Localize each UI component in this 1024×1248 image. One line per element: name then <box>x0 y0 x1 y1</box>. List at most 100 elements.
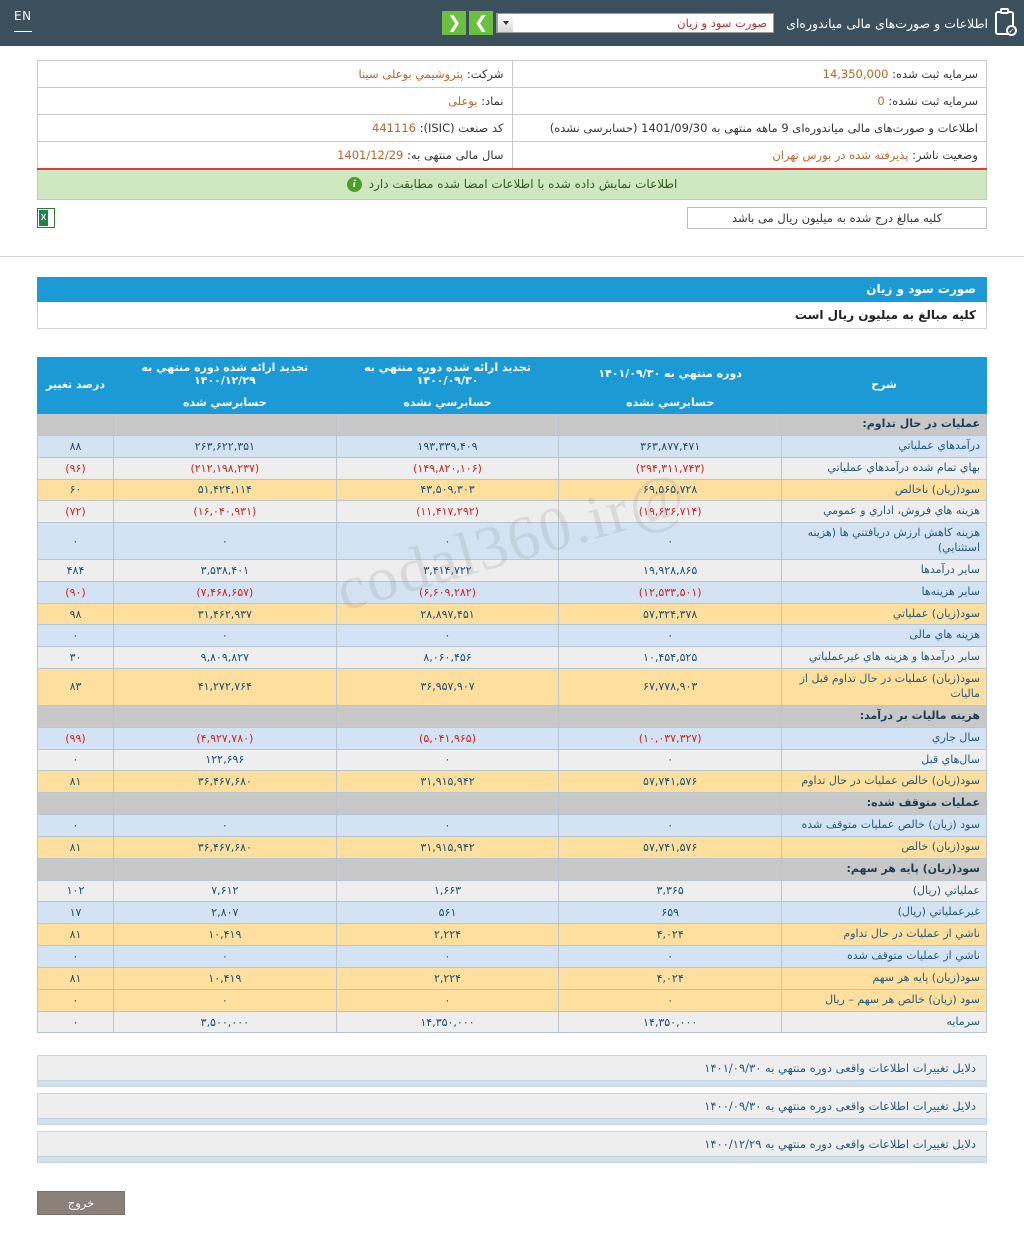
row-description: سود(زیان) خالص <box>781 835 987 859</box>
document-select[interactable]: صورت سود و زیان <box>496 13 775 33</box>
table-group-row: عملیات متوقف شده: <box>37 792 987 816</box>
publisher-status-label: وضعیت ناشر: <box>912 147 978 162</box>
row-description: سال جاري <box>781 726 987 750</box>
row-value-period-3: ۲۶۳,۶۲۲,۳۵۱ <box>113 434 337 458</box>
row-percent-change: ۰ <box>37 748 114 772</box>
row-description: هزینه هاي فروش، اداري و عمومي <box>781 500 987 524</box>
row-value-period-1 <box>558 792 782 816</box>
row-description: سود(زیان) عملیاتي <box>781 602 987 626</box>
previous-document-button[interactable]: ❮ <box>442 11 467 35</box>
divider <box>37 1119 987 1126</box>
page-content: سرمایه ثبت شده: 14,350,000 شرکت: پتروشیم… <box>0 60 1024 1216</box>
column-header-period-1: دوره منتهي به ۱۴۰۱/۰۹/۳۰ <box>558 356 782 392</box>
fiscal-year-value: 1401/12/29 <box>337 147 404 162</box>
top-navigation-bar: ✓ اطلاعات و صورت‌های مالی میاندوره‌ای صو… <box>0 0 1024 46</box>
table-row: بهاي تمام شده درآمدهاي عملیاتي (۲۹۴,۳۱۱,۷… <box>37 456 987 480</box>
row-description: سایر درآمدها و هزینه هاي غیرعملیاتي <box>781 646 987 670</box>
info-icon: i <box>346 176 362 192</box>
fiscal-year-label: سال مالی منتهی به: <box>407 147 504 162</box>
row-description: هزینه مالیات بر درآمد: <box>781 704 987 728</box>
row-description: غیرعملیاتي (ریال) <box>781 901 987 925</box>
row-description: سود(زیان) ناخالص <box>781 478 987 502</box>
excel-export-icon[interactable]: X <box>37 207 55 228</box>
row-value-period-3: ۳,۵۳۸,۴۰۱ <box>113 558 337 582</box>
registered-capital-value: 14,350,000 <box>822 67 889 81</box>
row-percent-change: ۸۸ <box>37 434 114 458</box>
row-description: سود(زیان) پایه هر سهم <box>781 966 987 990</box>
row-percent-change: (۷۲) <box>37 500 114 524</box>
row-value-period-3: ۴۱,۲۷۲,۷۶۴ <box>113 668 337 706</box>
page-title: اطلاعات و صورت‌های مالی میاندوره‌ای <box>786 15 988 31</box>
isic-value: 441116 <box>372 121 416 135</box>
divider <box>0 255 1024 257</box>
exit-button[interactable]: خروج <box>37 1191 125 1216</box>
row-value-period-3: ۱۲۲,۶۹۶ <box>113 748 337 772</box>
row-value-period-3: ۱۰,۴۱۹ <box>113 923 337 947</box>
chevron-down-icon[interactable] <box>497 14 514 32</box>
row-percent-change: ۹۸ <box>37 602 114 626</box>
row-value-period-1: ۰ <box>558 945 782 968</box>
row-value-period-1: ۶۷,۷۷۸,۹۰۳ <box>558 668 782 706</box>
row-percent-change: ۸۱ <box>37 966 114 990</box>
table-row: سود(زیان) عملیات در حال تداوم قبل از مال… <box>37 668 987 706</box>
registered-capital-label: سرمایه ثبت شده: <box>892 67 978 81</box>
next-document-button[interactable]: ❯ <box>469 11 494 35</box>
publisher-status-value: پذیرفته شده در بورس تهران <box>772 147 909 162</box>
row-value-period-1: (۱۰,۰۳۷,۳۲۷) <box>558 726 782 750</box>
row-percent-change <box>37 857 114 881</box>
notice-text: اطلاعات نمایش داده شده با اطلاعات امضا ش… <box>368 177 678 191</box>
row-value-period-2: ۲۸,۸۹۷,۴۵۱ <box>335 602 560 626</box>
row-value-period-2 <box>335 792 560 816</box>
info-row-company: سرمایه ثبت شده: 14,350,000 شرکت: پتروشیم… <box>37 60 987 88</box>
amount-unit-bar: کلیه مبالغ درج شده به میلیون ریال می باش… <box>37 206 987 230</box>
row-value-period-3: ۰ <box>113 988 337 1012</box>
row-value-period-1: (۲۹۴,۳۱۱,۷۴۳) <box>558 456 782 480</box>
row-value-period-1: ۰ <box>558 988 782 1012</box>
row-percent-change: (۹۶) <box>37 456 114 480</box>
row-value-period-1: ۴,۰۲۴ <box>558 923 782 947</box>
row-value-period-3: ۳۶,۴۶۷,۶۸۰ <box>113 770 337 794</box>
row-description: عملیات در حال تداوم: <box>781 413 987 436</box>
row-value-period-2: (۵,۰۴۱,۹۶۵) <box>335 726 560 750</box>
row-value-period-3: ۳۱,۴۶۲,۹۳۷ <box>113 602 337 626</box>
isic-label: کد صنعت (ISIC): <box>419 121 504 135</box>
table-row: ناشي از عملیات در حال تداوم ۴,۰۲۴ ۲,۲۲۴ ۱۰,… <box>37 923 987 947</box>
info-row-fiscal-year: وضعیت ناشر: پذیرفته شده در بورس تهران سا… <box>37 141 987 170</box>
language-toggle-en[interactable]: EN <box>14 9 32 32</box>
table-row: ناشي از عملیات متوقف شده ۰ ۰ ۰ ۰ <box>37 945 987 968</box>
row-percent-change: ۸۱ <box>37 835 114 859</box>
amount-unit-note: کلیه مبالغ درج شده به میلیون ریال می باش… <box>687 206 987 229</box>
row-value-period-2: ۸,۰۶۰,۴۵۶ <box>335 646 560 670</box>
divider <box>37 1157 987 1164</box>
statement-section-subtitle: کلیه مبالغ به میلیون ریال است <box>37 301 987 329</box>
list-item[interactable]: دلایل تغییرات اطلاعات واقعی دوره منتهي ب… <box>37 1055 987 1082</box>
row-percent-change: ۰ <box>37 624 114 648</box>
info-cell-fiscal-year: سال مالی منتهی به: 1401/12/29 <box>37 141 513 170</box>
list-item[interactable]: دلایل تغییرات اطلاعات واقعی دوره منتهي ب… <box>37 1093 987 1120</box>
document-selector-group: صورت سود و زیان ❯ ❮ <box>442 11 775 35</box>
list-item[interactable]: دلایل تغییرات اطلاعات واقعی دوره منتهي ب… <box>37 1131 987 1158</box>
row-value-period-3: (۷,۴۶۸,۶۵۷) <box>113 580 337 604</box>
row-description: سال‌هاي قبل <box>781 748 987 772</box>
row-value-period-2: ۳۱,۹۱۵,۹۴۲ <box>335 835 560 859</box>
row-value-period-2: (۶,۶۰۹,۲۸۲) <box>335 580 560 604</box>
row-percent-change: (۹۹) <box>37 726 114 750</box>
table-row: سال جاري (۱۰,۰۳۷,۳۲۷) (۵,۰۴۱,۹۶۵) (۴,۹۲۷,۷۸… <box>37 726 987 750</box>
table-body: عملیات در حال تداوم: درآمدهاي عملیاتي ۳۶۳,… <box>37 413 987 1034</box>
row-value-period-2: ۲,۲۲۴ <box>335 923 560 947</box>
row-value-period-3: (۲۱۲,۱۹۸,۲۳۷) <box>113 456 337 480</box>
info-cell-period: اطلاعات و صورت‌های مالی میاندوره‌ای 9 ما… <box>511 114 987 142</box>
row-value-period-3 <box>113 857 337 881</box>
row-percent-change <box>37 413 114 436</box>
row-value-period-2: ۰ <box>335 748 560 772</box>
row-value-period-3: ۰ <box>113 945 337 968</box>
unregistered-capital-value: 0 <box>877 94 885 108</box>
change-reason-link-1: دلایل تغییرات اطلاعات واقعی دوره منتهي ب… <box>704 1061 976 1076</box>
row-percent-change: ۱۷ <box>37 901 114 925</box>
row-value-period-2: ۰ <box>335 945 560 968</box>
row-value-period-2: ۱۴,۳۵۰,۰۰۰ <box>335 1010 560 1034</box>
table-row: سایر هزینه‌ها (۱۲,۵۳۳,۵۰۱) (۶,۶۰۹,۲۸۲) (۷,۴… <box>37 580 987 604</box>
symbol-value: بوعلی <box>448 94 478 108</box>
row-value-period-1: ۱۴,۳۵۰,۰۰۰ <box>558 1010 782 1034</box>
row-percent-change: ۱۰۲ <box>37 879 114 903</box>
